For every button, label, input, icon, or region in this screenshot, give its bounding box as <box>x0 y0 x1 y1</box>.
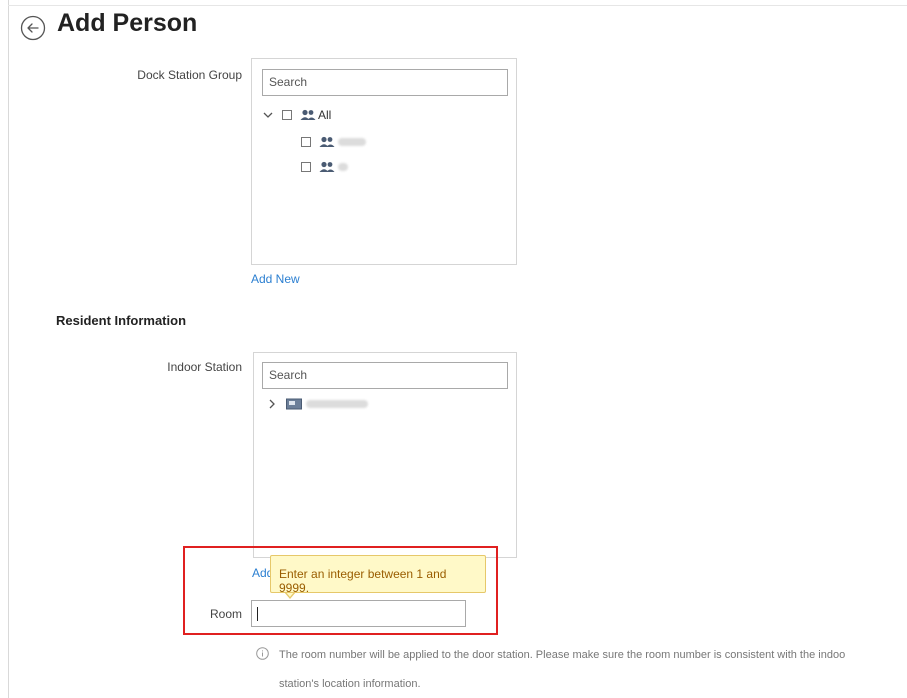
add-new-group-link[interactable]: Add New <box>251 272 300 286</box>
text-caret <box>257 607 258 621</box>
back-arrow-circle-icon[interactable] <box>20 15 46 41</box>
info-icon <box>256 647 269 660</box>
tree-row-community[interactable] <box>267 395 368 413</box>
checkbox-group-1[interactable] <box>301 137 311 147</box>
tree-label-all: All <box>318 108 332 122</box>
chevron-right-icon[interactable] <box>267 398 277 410</box>
indoor-station-search-input[interactable]: Search <box>262 362 508 389</box>
person-group-icon <box>300 109 316 120</box>
tree-row-group-2[interactable] <box>301 158 348 176</box>
resident-information-title: Resident Information <box>56 313 187 328</box>
room-hint-line-2: station's location information. <box>279 678 421 690</box>
tree-label-group-2-redacted <box>338 163 348 171</box>
chevron-down-icon[interactable] <box>262 109 274 121</box>
dock-station-group-panel: Search All <box>251 58 517 265</box>
tree-label-community-redacted <box>306 400 368 408</box>
indoor-station-panel: Search <box>253 352 517 558</box>
search-placeholder: Search <box>269 75 308 89</box>
indoor-station-icon <box>286 398 302 410</box>
indoor-station-label: Indoor Station <box>167 360 242 374</box>
search-placeholder: Search <box>269 368 308 382</box>
page-title: Add Person <box>57 9 198 37</box>
person-group-icon <box>319 136 335 147</box>
tree-label-group-1-redacted <box>338 138 366 146</box>
room-label: Room <box>209 607 242 621</box>
tree-row-group-1[interactable] <box>301 133 366 151</box>
room-input[interactable] <box>251 600 466 627</box>
panel-left-border <box>8 0 9 698</box>
checkbox-all[interactable] <box>282 110 292 120</box>
tree-row-all[interactable]: All <box>262 106 331 124</box>
room-hint-line-1: The room number will be applied to the d… <box>279 649 846 661</box>
panel-top-border <box>8 5 907 6</box>
checkbox-group-2[interactable] <box>301 162 311 172</box>
room-validation-tooltip: Enter an integer between 1 and 9999. <box>270 555 486 595</box>
person-group-icon <box>319 161 335 172</box>
dock-station-group-label: Dock Station Group <box>137 68 242 82</box>
dock-station-group-search-input[interactable]: Search <box>262 69 508 96</box>
